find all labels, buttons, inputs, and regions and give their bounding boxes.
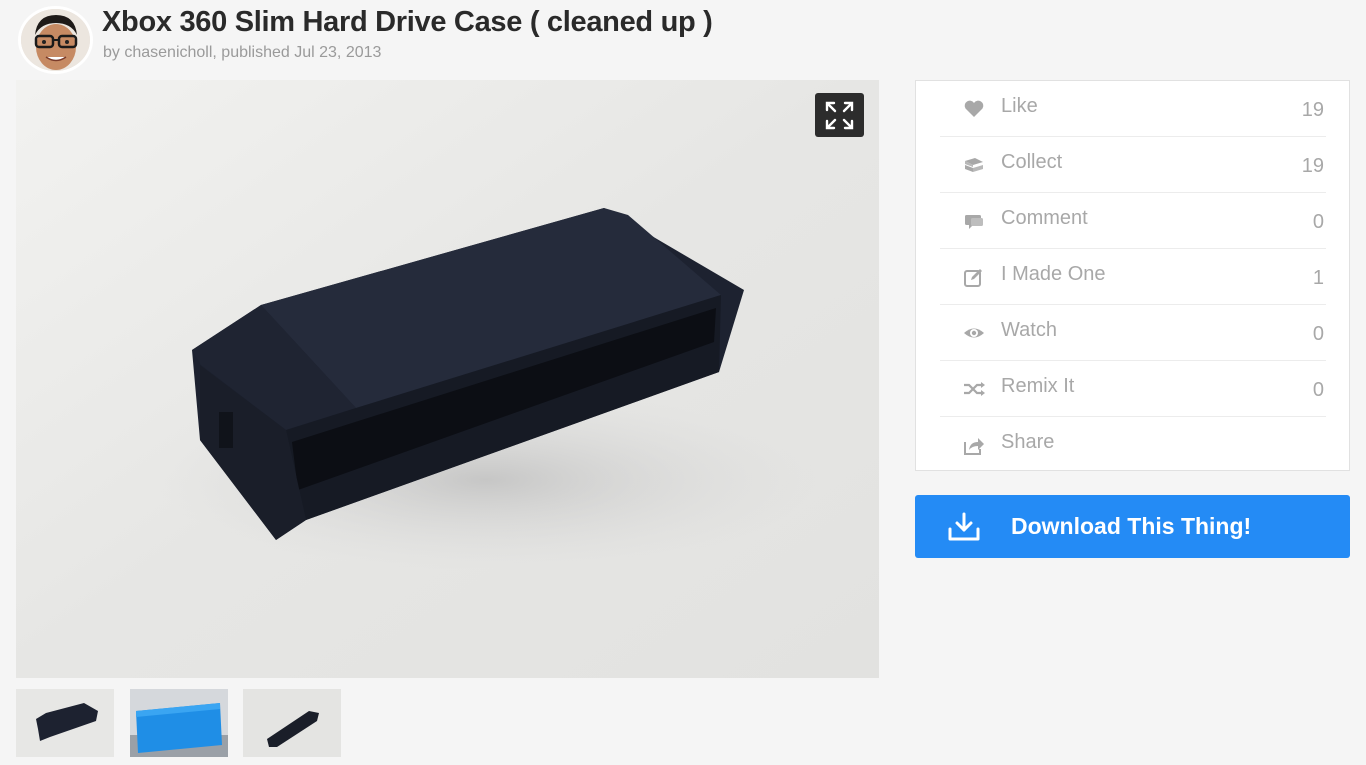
action-label: Watch xyxy=(1001,319,1057,341)
action-label: Share xyxy=(1001,431,1055,453)
comment-icon xyxy=(965,215,983,229)
expand-icon xyxy=(825,101,854,130)
share-icon xyxy=(964,438,984,455)
action-count: 19 xyxy=(1301,155,1324,177)
collect-action[interactable]: Collect 19 xyxy=(940,137,1326,193)
collect-icon xyxy=(965,158,983,172)
action-count: 1 xyxy=(1312,267,1324,289)
action-count: 0 xyxy=(1312,323,1324,345)
download-button[interactable]: Download This Thing! xyxy=(915,495,1350,558)
action-label: Remix It xyxy=(1001,375,1075,397)
watch-action[interactable]: Watch 0 xyxy=(940,305,1326,361)
thumbnail-3[interactable] xyxy=(243,689,341,757)
avatar[interactable] xyxy=(18,6,93,74)
thumbnail-2[interactable] xyxy=(130,689,228,757)
action-label: I Made One xyxy=(1001,263,1106,285)
action-count: 0 xyxy=(1312,379,1324,401)
thumbnail-1[interactable] xyxy=(16,689,114,757)
remix-icon xyxy=(964,382,985,396)
action-count: 19 xyxy=(1301,99,1324,121)
remix-action[interactable]: Remix It 0 xyxy=(940,361,1326,417)
made-one-action[interactable]: I Made One 1 xyxy=(940,249,1326,305)
share-action[interactable]: Share xyxy=(940,417,1326,473)
comment-action[interactable]: Comment 0 xyxy=(940,193,1326,249)
eye-icon xyxy=(964,328,984,338)
thing-header: Xbox 360 Slim Hard Drive Case ( cleaned … xyxy=(18,4,918,74)
action-label: Like xyxy=(1001,95,1038,117)
made-one-icon xyxy=(964,269,982,287)
page-title: Xbox 360 Slim Hard Drive Case ( cleaned … xyxy=(102,6,713,38)
like-action[interactable]: Like 19 xyxy=(940,81,1326,137)
heart-icon xyxy=(964,100,984,117)
download-icon xyxy=(948,512,980,541)
action-label: Collect xyxy=(1001,151,1063,173)
main-thing-image[interactable] xyxy=(16,80,879,678)
thing-actions-panel: Like 19 Collect 19 Comment 0 I Made One … xyxy=(915,80,1350,471)
expand-button[interactable] xyxy=(815,93,864,137)
download-label: Download This Thing! xyxy=(1011,513,1252,539)
action-label: Comment xyxy=(1001,207,1088,229)
action-count: 0 xyxy=(1312,211,1324,233)
byline[interactable]: by chasenicholl, published Jul 23, 2013 xyxy=(103,44,381,62)
